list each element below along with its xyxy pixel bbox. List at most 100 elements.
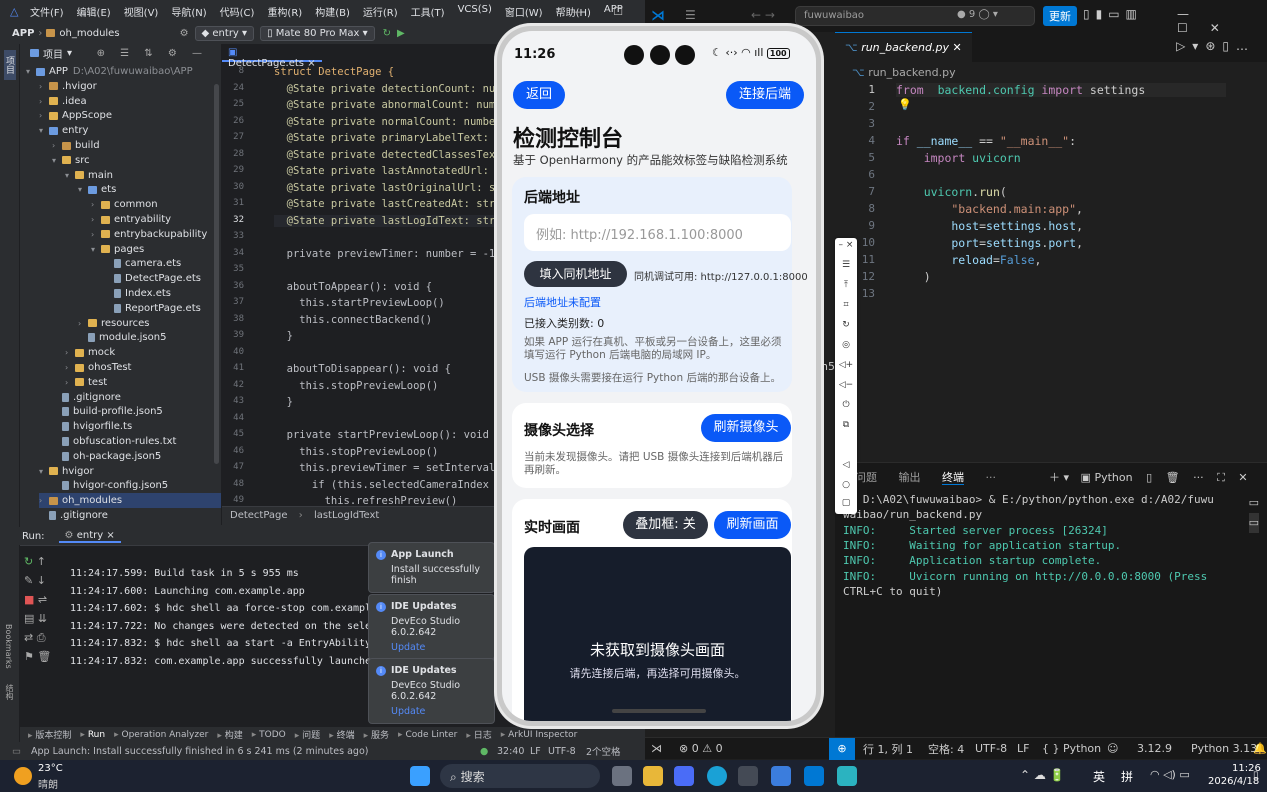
update-link[interactable]: Update [391,706,486,717]
file-explorer-icon[interactable] [643,766,663,786]
tree-item[interactable]: build-profile.json5 [52,404,163,419]
menu-item[interactable]: 编辑(E) [77,4,111,19]
tree-item[interactable]: › test [65,375,107,390]
tree-item[interactable]: › build [52,138,100,153]
chevron-icon[interactable]: › [65,348,75,357]
bottom-tab[interactable]: ▸ 版本控制 [28,728,71,741]
tree-item[interactable]: ▾ APP D:\A02\fuwuwaibao\APP [26,64,193,79]
breadcrumb-struct[interactable]: DetectPage [230,510,288,521]
tree-item[interactable]: obfuscation-rules.txt [52,434,176,449]
panel-actions[interactable]: ⊕ ☰ ⇅ ⚙ — [97,48,208,59]
terminal-kind[interactable]: ▣ Python [1081,471,1133,484]
layout-icons[interactable]: ▯▮▭▥ [1083,7,1143,21]
chevron-icon[interactable]: › [39,111,49,120]
tree-item[interactable]: DetectPage.ets [104,271,201,286]
tree-item[interactable]: .gitignore [52,390,121,405]
menu-item[interactable]: 构建(B) [315,4,350,19]
chevron-icon[interactable]: ▾ [39,467,49,476]
breadcrumb-root[interactable]: APP [12,28,34,39]
trash-icon[interactable]: 🗑 [1166,471,1180,484]
update-link[interactable]: Update [391,642,486,653]
tree-item[interactable]: camera.ets [104,256,181,271]
command-center-search[interactable]: fuwuwaibao [795,6,1035,26]
volume-down-icon[interactable]: ◁− [835,380,857,390]
tree-item[interactable]: ▾ pages [91,242,144,257]
menu-item[interactable]: 重构(R) [267,4,302,19]
status-interpreter[interactable]: Python 3.13 [1191,742,1257,755]
close-icon[interactable]: ✕ [953,41,962,54]
emulator-taskbar-icon[interactable] [837,766,857,786]
tree-item[interactable]: › resources [78,316,149,331]
tree-item[interactable]: Index.ets [104,286,171,301]
menu-item[interactable]: 运行(R) [363,4,398,19]
menu-icon[interactable]: ☰ [685,8,696,22]
tree-item[interactable]: › mock [65,345,115,360]
bottom-tab[interactable]: ▸ 问题 [295,728,320,741]
bell-icon[interactable]: 🔔 [1253,742,1267,755]
tree-item[interactable]: › AppScope [39,108,112,123]
tree-item[interactable]: ▾ src [52,153,90,168]
lightbulb-icon[interactable]: 💡 [898,98,912,111]
tree-item[interactable]: › ohosTest [65,360,131,375]
tray-icons[interactable]: ⌃ ☁ 🔋 [1020,768,1065,782]
status-cursor[interactable]: 行 1, 列 1 [863,741,913,757]
file-encoding[interactable]: UTF-8 [548,746,576,757]
update-button[interactable]: 更新 [1043,6,1077,26]
crop-icon[interactable]: ⌗ [835,300,857,310]
clock-date[interactable]: 2026/4/18 [1208,776,1259,787]
tab-output[interactable]: 输出 [899,471,921,484]
ime-mode[interactable]: 拼 [1121,768,1133,785]
chevron-icon[interactable]: › [39,97,49,106]
tree-item[interactable]: › entrybackupability [91,227,207,242]
tree-item[interactable]: ▾ entry [39,123,88,138]
pin-top-icon[interactable]: ⤒ [835,280,857,290]
menu-item[interactable]: 文件(F) [30,4,64,19]
tree-item[interactable]: › .hvigor [39,79,97,94]
task-view-icon[interactable] [612,766,632,786]
status-spaces[interactable]: 空格: 4 [928,741,964,757]
chevron-icon[interactable]: ▾ [26,67,36,76]
notification-icon[interactable]: ▯ [1253,770,1259,781]
tab-problems[interactable]: 问题 [855,471,877,484]
chevron-icon[interactable]: › [78,319,88,328]
tree-item[interactable]: module.json5 [78,330,166,345]
project-label[interactable]: 项目 [43,46,63,61]
location-icon[interactable]: ◎ [835,340,857,350]
deveco-icon[interactable] [771,766,791,786]
settings-icon[interactable]: ⚙ [180,28,189,39]
bottom-tab[interactable]: ▸ TODO [252,730,286,740]
run-config-select[interactable]: ◆ entry ▾ [194,25,255,41]
nav-arrows[interactable]: ← → [751,8,775,22]
tree-item[interactable]: ▾ ets [78,182,116,197]
refresh-frame-button[interactable]: 刷新画面 [714,511,791,539]
connect-backend-button[interactable]: 连接后端 [726,81,804,109]
chevron-icon[interactable]: ▾ [78,185,88,194]
problems-badge[interactable]: ● 9 ◯ ▾ [957,9,998,20]
chevron-icon[interactable]: › [39,82,49,91]
chevron-icon[interactable]: › [91,200,101,209]
bottom-tab[interactable]: ▸ Operation Analyzer [114,730,208,740]
tree-item[interactable]: .gitignore [39,508,108,523]
window-controls[interactable]: —☐✕ [1177,7,1267,35]
tree-item[interactable]: › common [91,197,158,212]
minimize-icon[interactable]: – × [835,240,857,250]
weather-icon[interactable] [14,767,32,785]
copilot-icon[interactable]: ☺ [1107,742,1118,755]
bottom-tab[interactable]: ▸ Code Linter [398,730,457,740]
chevron-icon[interactable]: › [39,496,49,505]
power-icon[interactable]: ⏻ [835,400,857,410]
terminal-list[interactable]: ▭ ▭ [1248,493,1259,533]
chevron-icon[interactable]: › [91,215,101,224]
menu-item[interactable]: 代码(C) [220,4,255,19]
debug-icon[interactable]: ▶ [397,28,405,39]
bottom-tab[interactable]: ▸ 构建 [217,728,242,741]
menu-item[interactable]: 视图(V) [124,4,159,19]
overlay-toggle-button[interactable]: 叠加框: 关 [623,511,708,539]
editor-actions[interactable]: ▷▾⊛▯… [1176,39,1255,53]
bookmarks-tool-button[interactable]: Bookmarks [4,624,13,669]
menu-item[interactable]: VCS(S) [458,4,492,19]
split-icon[interactable]: ▯ [1146,471,1152,484]
chevron-icon[interactable]: › [91,230,101,239]
remote-icon[interactable]: ⋊ [651,742,662,755]
code-editor[interactable]: ▣ DetectPage.ets × 8 struct DetectPage {2… [222,44,502,525]
